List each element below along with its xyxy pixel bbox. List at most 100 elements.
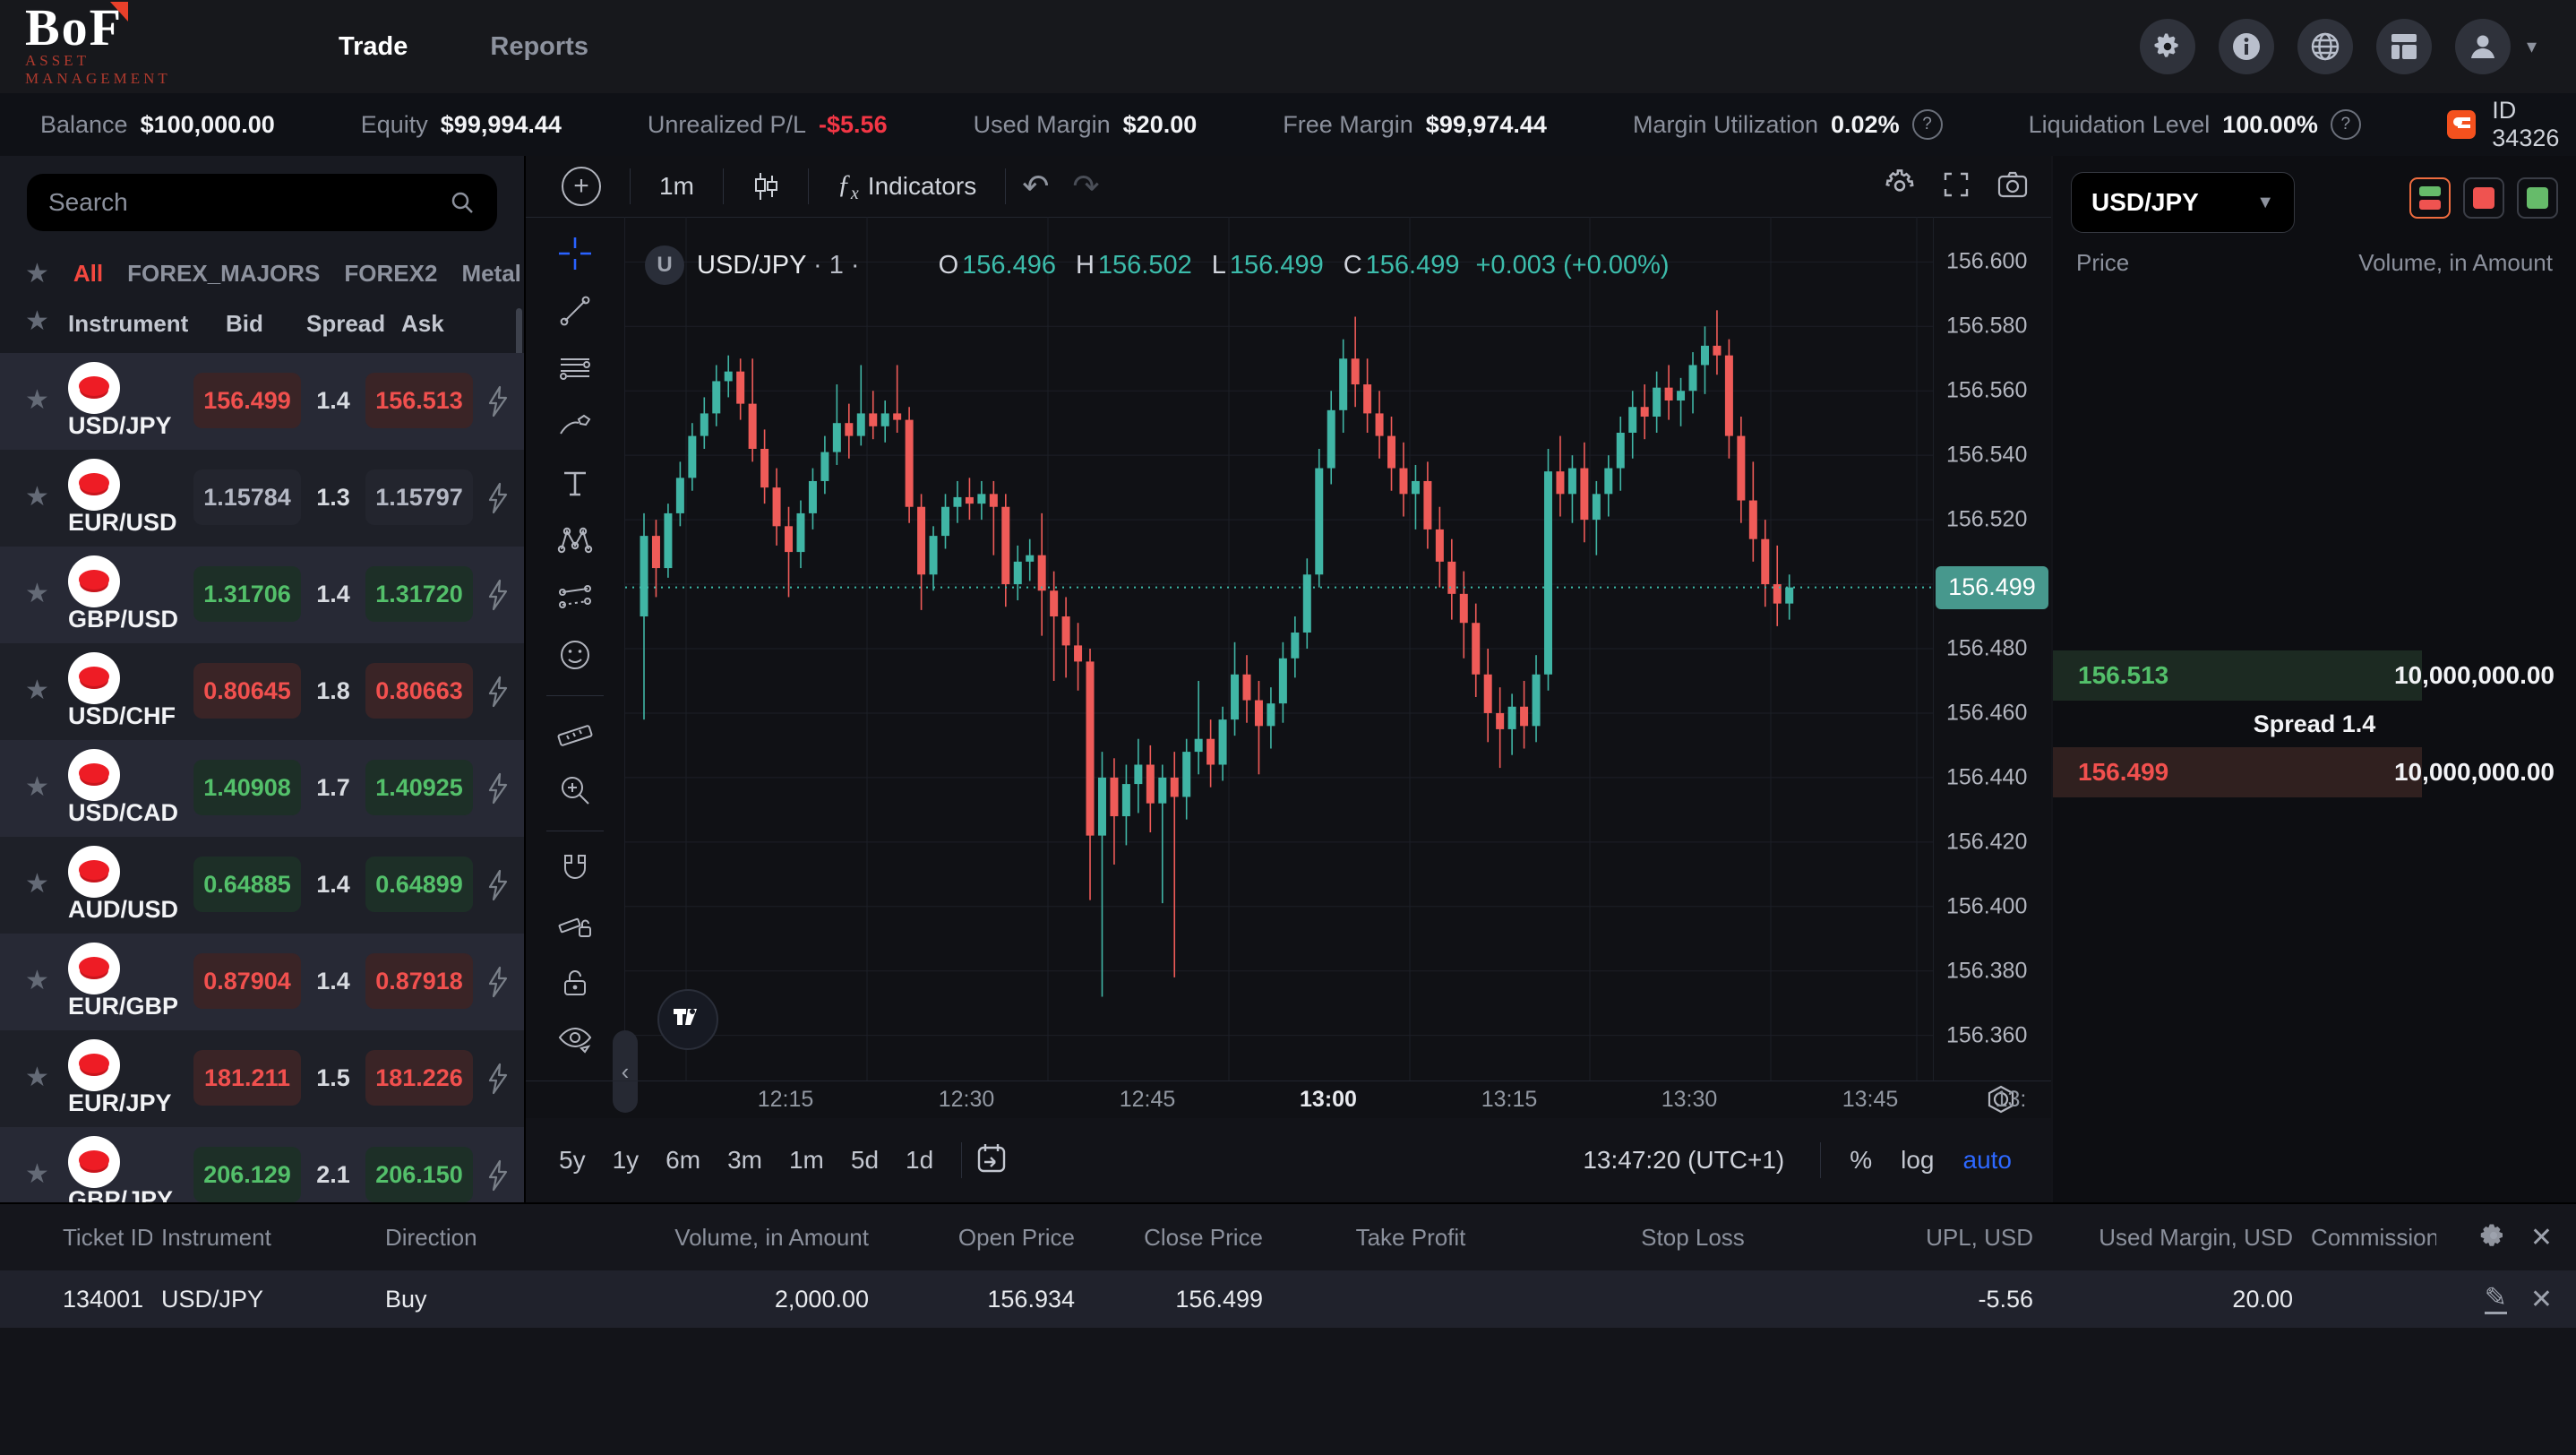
bid-button[interactable]: 156.499 bbox=[193, 373, 301, 428]
ask-button[interactable]: 0.87918 bbox=[365, 953, 473, 1009]
watchlist-row-usd-cad[interactable]: ★USD/CAD1.409081.71.40925 bbox=[0, 740, 524, 837]
star-icon[interactable]: ★ bbox=[25, 968, 49, 994]
quick-trade-icon[interactable] bbox=[486, 966, 510, 1003]
chart-canvas[interactable]: U USD/JPY · 1 · O156.496 H156.502 L156.4… bbox=[624, 217, 1934, 1080]
ask-button[interactable]: 156.513 bbox=[365, 373, 473, 428]
watchlist-row-usd-jpy[interactable]: ★USD/JPY156.4991.4156.513 bbox=[0, 353, 524, 450]
star-icon[interactable]: ★ bbox=[25, 581, 49, 607]
bid-button[interactable]: 181.211 bbox=[193, 1050, 301, 1106]
bid-row[interactable]: 156.499 10,000,000.00 bbox=[2053, 747, 2576, 797]
chart-type-button[interactable] bbox=[740, 171, 792, 202]
edit-position-button[interactable]: ✎ bbox=[2485, 1285, 2507, 1314]
account-caret-icon[interactable]: ▾ bbox=[2527, 35, 2537, 58]
tool-xabcd-pattern-button[interactable] bbox=[546, 516, 604, 568]
positions-column-direction[interactable]: Direction bbox=[376, 1224, 582, 1252]
tool-horizontal-lines-button[interactable] bbox=[546, 344, 604, 396]
positions-column-open-price[interactable]: Open Price bbox=[878, 1224, 1084, 1252]
help-icon[interactable]: ? bbox=[2331, 109, 2361, 140]
watchlist-row-eur-gbp[interactable]: ★EUR/GBP0.879041.40.87918 bbox=[0, 934, 524, 1030]
search-input[interactable]: Search bbox=[27, 174, 497, 231]
ask-button[interactable]: 181.226 bbox=[365, 1050, 473, 1106]
star-icon[interactable]: ★ bbox=[25, 1064, 49, 1091]
tool-eye-button[interactable] bbox=[546, 1016, 604, 1068]
symbol-select[interactable]: USD/JPY ▼ bbox=[2071, 172, 2295, 233]
bid-button[interactable]: 1.31706 bbox=[193, 566, 301, 622]
tool-parallel-channel-button[interactable] bbox=[546, 573, 604, 625]
tool-crosshair-button[interactable] bbox=[546, 229, 604, 281]
watchlist-row-usd-chf[interactable]: ★USD/CHF0.806451.80.80663 bbox=[0, 643, 524, 740]
range-6m-button[interactable]: 6m bbox=[652, 1146, 714, 1175]
scale-auto-button[interactable]: auto bbox=[1949, 1146, 2027, 1175]
tool-magnet-button[interactable] bbox=[546, 844, 604, 896]
quick-trade-icon[interactable] bbox=[486, 385, 510, 422]
view-sell-button[interactable] bbox=[2463, 177, 2504, 219]
range-1y-button[interactable]: 1y bbox=[599, 1146, 653, 1175]
settings-button[interactable] bbox=[2140, 19, 2195, 74]
ask-button[interactable]: 0.80663 bbox=[365, 663, 473, 719]
range-3m-button[interactable]: 3m bbox=[714, 1146, 776, 1175]
watchlist-tab-all[interactable]: All bbox=[73, 260, 103, 288]
scale-log-button[interactable]: log bbox=[1886, 1146, 1948, 1175]
bid-button[interactable]: 0.64885 bbox=[193, 857, 301, 912]
position-row[interactable]: 134001USD/JPYBuy2,000.00156.934156.499-5… bbox=[0, 1270, 2576, 1328]
positions-column-upl-usd[interactable]: UPL, USD bbox=[1836, 1224, 2042, 1252]
time-axis[interactable]: 12:1512:3012:4513:0013:1513:3013:4513: bbox=[526, 1080, 2051, 1119]
star-icon[interactable]: ★ bbox=[25, 1161, 49, 1188]
positions-column-take-profit[interactable]: Take Profit bbox=[1272, 1224, 1550, 1252]
account-button[interactable] bbox=[2455, 19, 2511, 74]
tool-drawing-lock-button[interactable] bbox=[546, 901, 604, 953]
close-position-button[interactable]: ✕ bbox=[2530, 1284, 2553, 1315]
star-icon[interactable]: ★ bbox=[25, 677, 49, 704]
tool-emoji-button[interactable] bbox=[546, 631, 604, 683]
price-axis[interactable]: 156.499 156.600156.580156.560156.540156.… bbox=[1933, 217, 2052, 1080]
bid-button[interactable]: 1.15784 bbox=[193, 469, 301, 525]
ask-button[interactable]: 1.15797 bbox=[365, 469, 473, 525]
quick-trade-icon[interactable] bbox=[486, 869, 510, 906]
tool-text-button[interactable] bbox=[546, 459, 604, 511]
chart-settings-button[interactable] bbox=[1885, 169, 1915, 204]
range-5y-button[interactable]: 5y bbox=[545, 1146, 599, 1175]
bid-button[interactable]: 1.40908 bbox=[193, 760, 301, 815]
positions-column-ticket-id[interactable]: Ticket ID bbox=[0, 1224, 152, 1252]
watchlist-row-eur-jpy[interactable]: ★EUR/JPY181.2111.5181.226 bbox=[0, 1030, 524, 1127]
column-spread[interactable]: Spread bbox=[306, 310, 385, 338]
range-1m-button[interactable]: 1m bbox=[776, 1146, 837, 1175]
star-icon[interactable]: ★ bbox=[25, 308, 49, 335]
snapshot-button[interactable] bbox=[1997, 171, 2028, 202]
watchlist-tab-forex2[interactable]: FOREX2 bbox=[344, 260, 437, 288]
favorites-star-icon[interactable]: ★ bbox=[25, 261, 49, 288]
tool-zoom-in-button[interactable] bbox=[546, 766, 604, 818]
chart-clock[interactable]: 13:47:20 (UTC+1) bbox=[1583, 1146, 1784, 1175]
quick-trade-icon[interactable] bbox=[486, 1063, 510, 1099]
quick-trade-icon[interactable] bbox=[486, 772, 510, 809]
view-split-button[interactable] bbox=[2409, 177, 2451, 219]
positions-column-commission[interactable]: Commission bbox=[2302, 1224, 2436, 1252]
redo-button[interactable]: ↷ bbox=[1072, 168, 1099, 205]
ask-button[interactable]: 0.64899 bbox=[365, 857, 473, 912]
star-icon[interactable]: ★ bbox=[25, 774, 49, 801]
quick-trade-icon[interactable] bbox=[486, 579, 510, 616]
fullscreen-button[interactable] bbox=[1942, 170, 1971, 203]
watchlist-row-aud-usd[interactable]: ★AUD/USD0.648851.40.64899 bbox=[0, 837, 524, 934]
positions-column-used-margin-usd[interactable]: Used Margin, USD bbox=[2042, 1224, 2302, 1252]
help-icon[interactable]: ? bbox=[1912, 109, 1943, 140]
column-instrument[interactable]: Instrument bbox=[68, 310, 188, 338]
ask-button[interactable]: 1.31720 bbox=[365, 566, 473, 622]
quick-trade-icon[interactable] bbox=[486, 1159, 510, 1196]
close-panel-button[interactable]: ✕ bbox=[2530, 1222, 2553, 1253]
tool-brush-button[interactable] bbox=[546, 401, 604, 453]
interval-button[interactable]: 1m bbox=[647, 172, 707, 201]
view-buy-button[interactable] bbox=[2517, 177, 2558, 219]
positions-column-stop-loss[interactable]: Stop Loss bbox=[1550, 1224, 1836, 1252]
add-symbol-button[interactable]: + bbox=[549, 167, 614, 206]
column-bid[interactable]: Bid bbox=[226, 310, 263, 338]
bid-button[interactable]: 0.80645 bbox=[193, 663, 301, 719]
tool-trend-line-button[interactable] bbox=[546, 287, 604, 339]
ask-button[interactable]: 1.40925 bbox=[365, 760, 473, 815]
language-button[interactable] bbox=[2297, 19, 2353, 74]
watchlist-tab-forex_majors[interactable]: FOREX_MAJORS bbox=[127, 260, 320, 288]
bid-button[interactable]: 206.129 bbox=[193, 1147, 301, 1202]
watchlist-row-gbp-usd[interactable]: ★GBP/USD1.317061.41.31720 bbox=[0, 547, 524, 643]
undo-button[interactable]: ↶ bbox=[1022, 168, 1049, 205]
tradingview-logo[interactable] bbox=[657, 989, 718, 1050]
